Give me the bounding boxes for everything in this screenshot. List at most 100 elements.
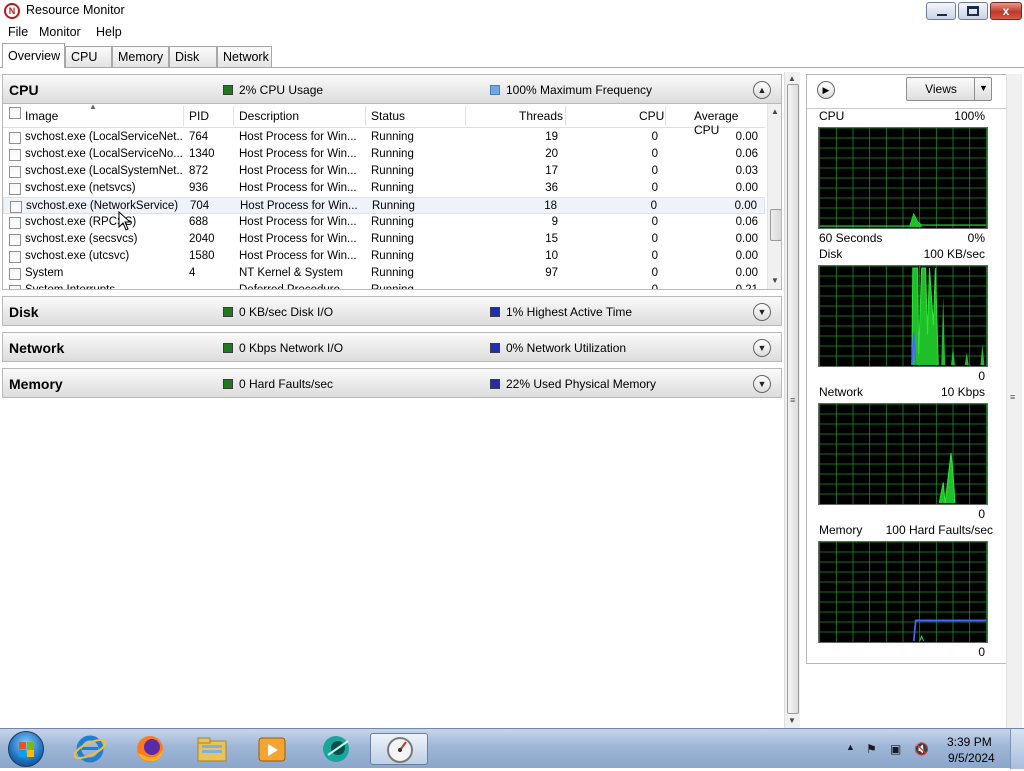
grip-icon: ≡	[790, 395, 796, 405]
process-average-cpu: 0.00	[735, 131, 758, 143]
column-description[interactable]: Description	[239, 109, 299, 123]
row-checkbox[interactable]	[9, 132, 21, 144]
tab-cpu[interactable]: CPU	[65, 46, 112, 67]
main-scrollbar[interactable]: ▲ ≡ ▼	[784, 72, 800, 728]
memory-graph	[818, 541, 988, 643]
graph-pane: ▶ Views ▼ CPU 100% 60 Seconds 0% Disk 10…	[806, 74, 1018, 664]
menu-monitor[interactable]: Monitor	[39, 25, 81, 39]
network-util-swatch	[490, 343, 500, 353]
show-desktop-button[interactable]	[1010, 729, 1024, 769]
graph-pane-scrollbar[interactable]: ≡	[1006, 74, 1022, 728]
title-bar: N Resource Monitor x	[0, 0, 1024, 22]
row-checkbox[interactable]	[9, 166, 21, 178]
row-checkbox[interactable]	[9, 217, 21, 229]
disk-io-stat: 0 KB/sec Disk I/O	[223, 305, 333, 319]
expand-network-chevron-down-icon[interactable]: ▼	[753, 339, 771, 357]
column-cpu[interactable]: CPU	[639, 109, 664, 123]
table-row[interactable]: System Interrupts - Deferred Procedure ...…	[3, 282, 765, 289]
maximize-button[interactable]	[958, 2, 988, 20]
table-row[interactable]: svchost.exe (secsvcs) 2040 Host Process fo…	[3, 231, 765, 248]
memory-used-swatch	[490, 379, 500, 389]
column-divider[interactable]	[565, 106, 566, 126]
minimize-button[interactable]	[926, 2, 956, 20]
cpu-section-header[interactable]: CPU 2% CPU Usage 100% Maximum Frequency …	[2, 74, 782, 104]
media-player-icon[interactable]	[250, 733, 294, 765]
disk-section-header[interactable]: Disk 0 KB/sec Disk I/O 1% Highest Active…	[2, 296, 782, 326]
sort-ascending-icon: ▲	[89, 104, 97, 111]
start-button-windows-icon[interactable]	[8, 731, 44, 767]
column-divider[interactable]	[365, 106, 366, 126]
table-scrollbar[interactable]: ▲ ▼	[767, 104, 781, 289]
tab-divider	[0, 67, 1024, 68]
expand-disk-chevron-down-icon[interactable]: ▼	[753, 303, 771, 321]
table-row[interactable]: svchost.exe (LocalSystemNet... 872 Host Pr…	[3, 163, 765, 180]
process-status: Running	[371, 250, 414, 262]
views-dropdown-arrow-icon[interactable]: ▼	[974, 77, 992, 101]
tab-disk[interactable]: Disk	[169, 46, 217, 67]
column-pid[interactable]: PID	[189, 109, 209, 123]
tab-network[interactable]: Network	[217, 46, 272, 67]
column-divider[interactable]	[665, 106, 666, 126]
cpu-graph-max: 100%	[954, 109, 985, 123]
column-divider[interactable]	[183, 106, 184, 126]
menu-help[interactable]: Help	[96, 25, 122, 39]
volume-muted-icon[interactable]: 🔇	[914, 742, 929, 756]
tab-memory[interactable]: Memory	[112, 46, 169, 67]
action-center-flag-icon[interactable]: ⚑	[866, 742, 877, 756]
memory-section-header[interactable]: Memory 0 Hard Faults/sec 22% Used Physic…	[2, 368, 782, 398]
tab-strip: Overview CPU Memory Disk Network	[0, 42, 1024, 68]
table-row[interactable]: System 4 NT Kernel & System Running 97 0 0.00	[3, 265, 765, 282]
process-status: Running	[371, 148, 414, 160]
row-checkbox[interactable]	[9, 149, 21, 161]
column-threads[interactable]: Threads	[519, 109, 563, 123]
row-checkbox[interactable]	[10, 201, 22, 213]
main-scroll-up-icon[interactable]: ▲	[788, 74, 796, 83]
table-row[interactable]: svchost.exe (LocalServiceNo... 1340 Host P…	[3, 146, 765, 163]
file-explorer-icon[interactable]	[190, 733, 234, 765]
network-section-header[interactable]: Network 0 Kbps Network I/O 0% Network Ut…	[2, 332, 782, 362]
tab-overview[interactable]: Overview	[2, 43, 65, 68]
process-pid: 4	[189, 267, 196, 279]
process-average-cpu: 0.06	[735, 216, 758, 228]
process-cpu: 0	[651, 165, 658, 177]
collapse-cpu-chevron-up-icon[interactable]: ▲	[753, 81, 771, 99]
resource-monitor-icon[interactable]	[370, 733, 428, 765]
disk-io-swatch	[223, 307, 233, 317]
column-divider[interactable]	[233, 106, 234, 126]
column-status[interactable]: Status	[371, 109, 405, 123]
maximize-icon	[967, 6, 979, 16]
main-scroll-down-icon[interactable]: ▼	[788, 716, 796, 725]
main-scroll-thumb[interactable]: ≡	[787, 84, 799, 714]
process-average-cpu: 0.00	[735, 233, 758, 245]
table-row[interactable]: svchost.exe (LocalServiceNet... 764 Host P…	[3, 129, 765, 146]
column-image[interactable]: Image	[25, 109, 58, 123]
firefox-icon[interactable]	[128, 733, 172, 765]
table-row[interactable]: svchost.exe (netsvcs) 936 Host Process for…	[3, 180, 765, 197]
scroll-down-icon[interactable]: ▼	[771, 276, 779, 285]
internet-explorer-icon[interactable]	[68, 733, 112, 765]
clock-time[interactable]: 3:39 PM	[947, 735, 992, 749]
row-checkbox[interactable]	[9, 285, 21, 289]
row-checkbox[interactable]	[9, 234, 21, 246]
network-icon[interactable]: ▣	[890, 742, 901, 756]
process-pid: 688	[189, 216, 209, 228]
disk-graph-title: Disk	[819, 247, 843, 261]
menu-file[interactable]: File	[8, 25, 28, 39]
app-icon[interactable]	[314, 733, 358, 765]
disk-graph	[818, 265, 988, 367]
row-checkbox[interactable]	[9, 183, 21, 195]
table-scroll-thumb[interactable]	[770, 209, 781, 241]
row-checkbox[interactable]	[9, 251, 21, 263]
close-button[interactable]: x	[990, 2, 1022, 20]
table-row[interactable]: svchost.exe (utcsvc) 1580 Host Process for…	[3, 248, 765, 265]
scroll-up-icon[interactable]: ▲	[771, 107, 779, 116]
select-all-checkbox[interactable]	[9, 107, 21, 119]
show-hidden-icons-icon[interactable]: ▲	[846, 742, 855, 752]
expand-memory-chevron-down-icon[interactable]: ▼	[753, 375, 771, 393]
disk-graph-min: 0	[978, 369, 985, 383]
column-divider[interactable]	[465, 106, 466, 126]
clock-date[interactable]: 9/5/2024	[948, 751, 995, 765]
row-checkbox[interactable]	[9, 268, 21, 280]
collapse-graphs-chevron-right-icon[interactable]: ▶	[817, 81, 835, 99]
process-image: svchost.exe (LocalSystemNet...	[25, 165, 183, 177]
